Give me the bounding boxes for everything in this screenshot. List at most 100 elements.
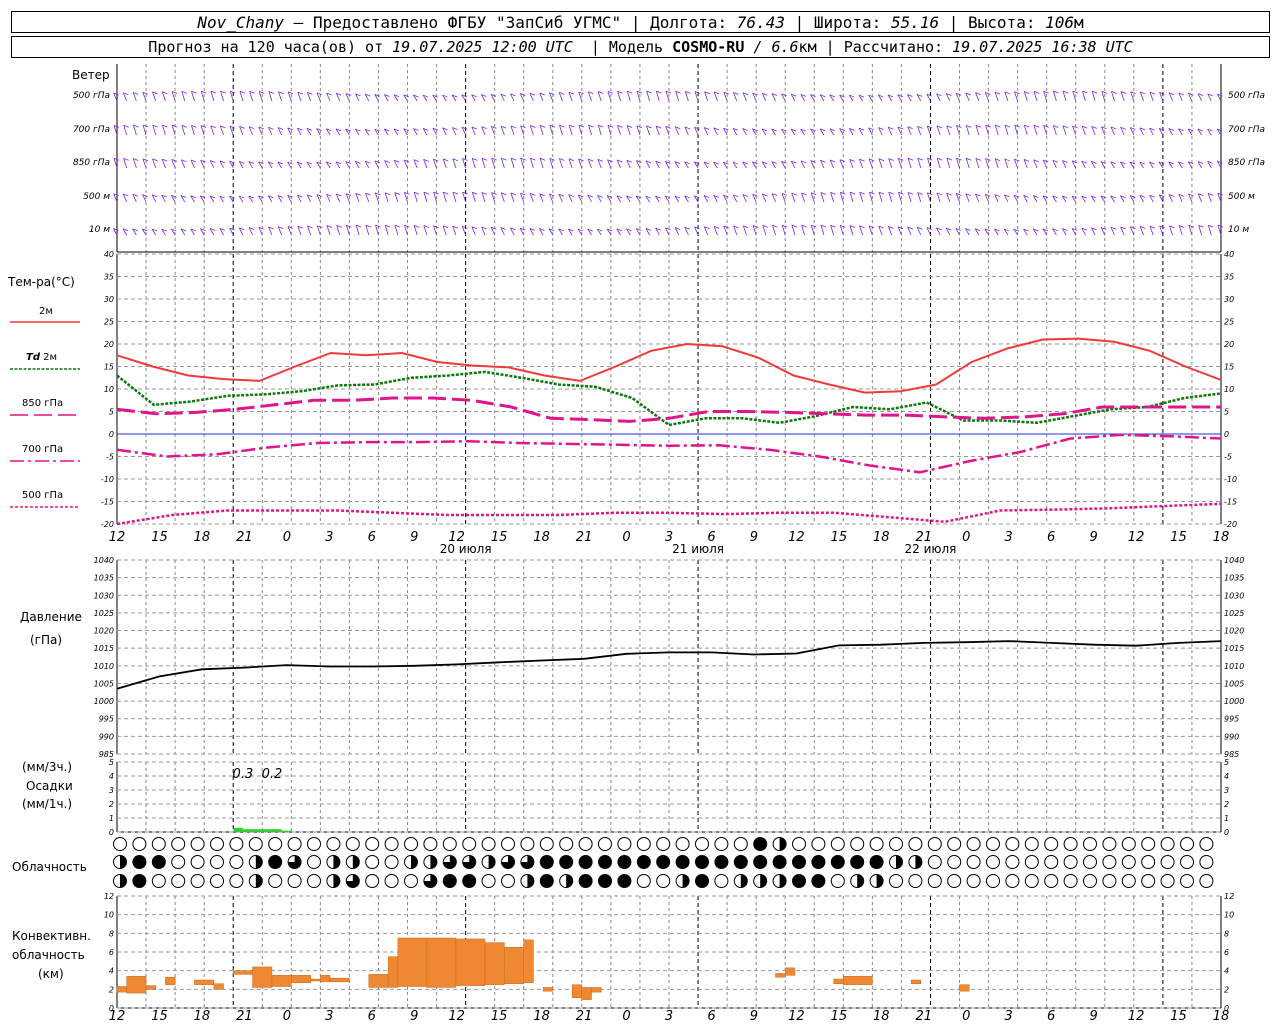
cloud-cover-icon [986, 837, 1000, 851]
wind-barb [432, 127, 439, 136]
wind-barb [209, 228, 216, 236]
conv-cloud-bar [504, 947, 524, 984]
wind-barb [152, 91, 158, 102]
cloud-cover-icon [1024, 837, 1039, 851]
wind-barb [471, 94, 477, 102]
pressure-ytick-right: 1000 [1224, 697, 1244, 706]
wind-barb [219, 160, 226, 169]
cloud-circle [947, 837, 962, 851]
cloud-circle [966, 874, 981, 888]
temp-time-tick: 9 [410, 530, 418, 545]
precip-bar [242, 829, 253, 832]
pressure-ytick-right: 995 [1224, 715, 1239, 724]
cloud-circle [1121, 855, 1136, 869]
cloud-cover-icon [423, 874, 438, 888]
cloud-cover-icon [927, 837, 942, 851]
wind-barb [1110, 195, 1116, 203]
wind-barb [1062, 160, 1068, 169]
temp-ytick-left: -5 [106, 453, 114, 462]
wind-barb [422, 127, 429, 136]
wind-barb [200, 159, 206, 169]
wind-barb-staff [888, 192, 893, 203]
temp-time-tick: 9 [1089, 530, 1097, 545]
wind-barb [790, 93, 797, 102]
wind-barb [713, 226, 720, 236]
cloud-cover-icon [132, 837, 147, 851]
wind-level-right: 500 м [1228, 192, 1255, 202]
cloud-circle [171, 837, 186, 851]
wind-barb [306, 127, 313, 136]
cloud-circle [1102, 874, 1117, 888]
wind-barb-staff [1033, 125, 1038, 136]
cloud-cover-icon [811, 837, 826, 851]
conv-time-tick: 0 [283, 1009, 291, 1024]
wind-barb [829, 94, 836, 102]
conv-time-tick: 18 [1213, 1009, 1230, 1024]
conv-time-tick: 6 [1047, 1009, 1055, 1024]
cloud-half [255, 874, 263, 888]
cloud-cover-icon [947, 837, 962, 851]
cloud-cover-icon [889, 855, 903, 869]
wind-barb [296, 161, 303, 169]
cloud-circle [1199, 855, 1214, 869]
wind-barb-staff [413, 192, 418, 203]
conv-time-tick: 15 [491, 1009, 508, 1024]
precip-ytick-right: 2 [1224, 800, 1229, 809]
wind-barb [1207, 193, 1214, 203]
cloud-full [598, 855, 612, 869]
wind-barb [306, 194, 313, 203]
wind-barb [888, 191, 894, 203]
cloud-full [598, 874, 612, 888]
pressure-ytick-left: 990 [99, 732, 114, 741]
wind-barb [1149, 91, 1156, 102]
wind-barb [761, 161, 768, 169]
wind-barb [1168, 194, 1175, 203]
wind-barb [626, 90, 633, 102]
temp-ytick-right: 30 [1224, 295, 1234, 304]
cloud-circle [210, 837, 224, 851]
conv-time-tick: 0 [962, 1009, 970, 1024]
cloud-cover-icon [675, 837, 690, 851]
wind-barb-staff [946, 158, 951, 169]
cloud-full [540, 855, 554, 869]
wind-barb [926, 93, 932, 102]
wind-barb [588, 124, 594, 136]
wind-barb [848, 127, 855, 136]
wind-barb [713, 194, 719, 203]
cloud-circle [986, 855, 1000, 869]
wind-barb [152, 158, 158, 169]
wind-barb [1004, 91, 1010, 102]
cloud-cover-icon [656, 855, 671, 869]
cloud-cover-icon [733, 874, 748, 888]
wind-barb [1197, 93, 1204, 102]
cloud-cover-icon [850, 874, 865, 888]
wind-level-left: 850 гПа [73, 158, 110, 168]
wind-barb [1091, 160, 1097, 169]
cloud-cover-icon [384, 855, 399, 869]
wind-level-left: 700 гПа [73, 125, 110, 135]
wind-barb [1149, 161, 1155, 169]
temp-time-tick: 15 [151, 530, 168, 545]
wind-barb [752, 193, 758, 203]
wind-barb [335, 128, 342, 136]
wind-barb [1158, 194, 1165, 203]
wind-barb [1081, 125, 1088, 136]
temp-ytick-right: 0 [1224, 430, 1229, 439]
wind-barb-staff [568, 125, 573, 136]
wind-barb-staff [917, 158, 922, 169]
cloud-cover-icon [1083, 874, 1097, 888]
cloud-cover-icon [869, 855, 884, 869]
cloud-full [579, 855, 593, 869]
wind-barb [674, 227, 681, 236]
cloud-circle [190, 874, 205, 888]
cloud-circle [830, 837, 845, 851]
wind-barb [800, 160, 807, 169]
cloud-cover-icon [307, 837, 321, 851]
wind-barb [1178, 161, 1184, 169]
cloud-circle [248, 837, 263, 851]
wind-barb [490, 126, 497, 136]
cloud-circle [287, 874, 302, 888]
wind-barb [772, 224, 778, 236]
wind-barb [994, 124, 1001, 136]
wind-barb [704, 91, 710, 102]
